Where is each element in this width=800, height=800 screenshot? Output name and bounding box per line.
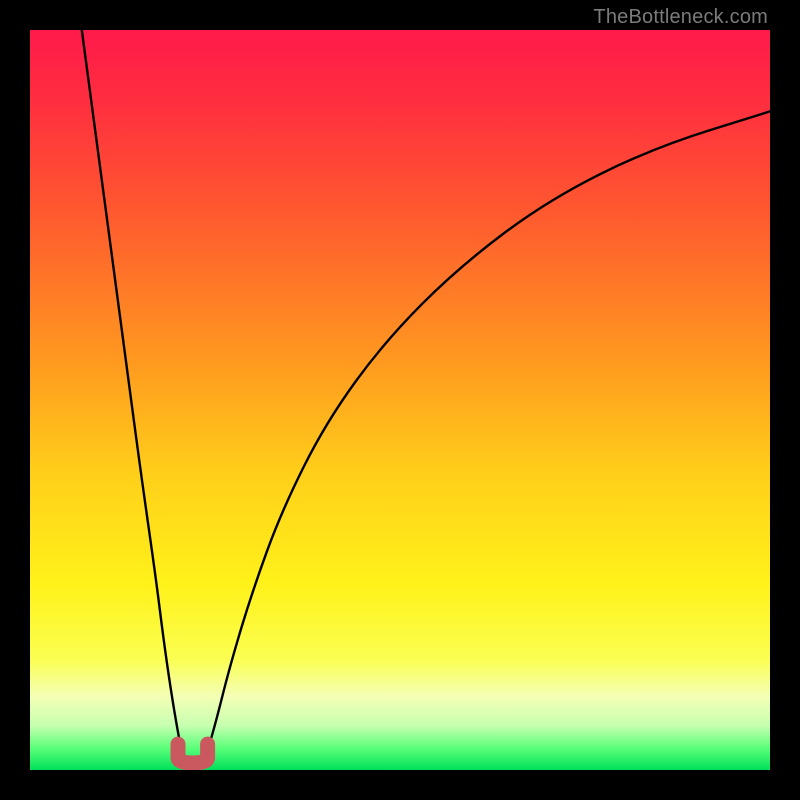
chart-frame: TheBottleneck.com: [0, 0, 800, 800]
u-marker: [178, 744, 208, 763]
right-branch-curve: [204, 111, 770, 762]
plot-area: [30, 30, 770, 770]
left-branch-curve: [82, 30, 184, 763]
watermark-text: TheBottleneck.com: [593, 6, 768, 29]
curve-layer: [30, 30, 770, 770]
